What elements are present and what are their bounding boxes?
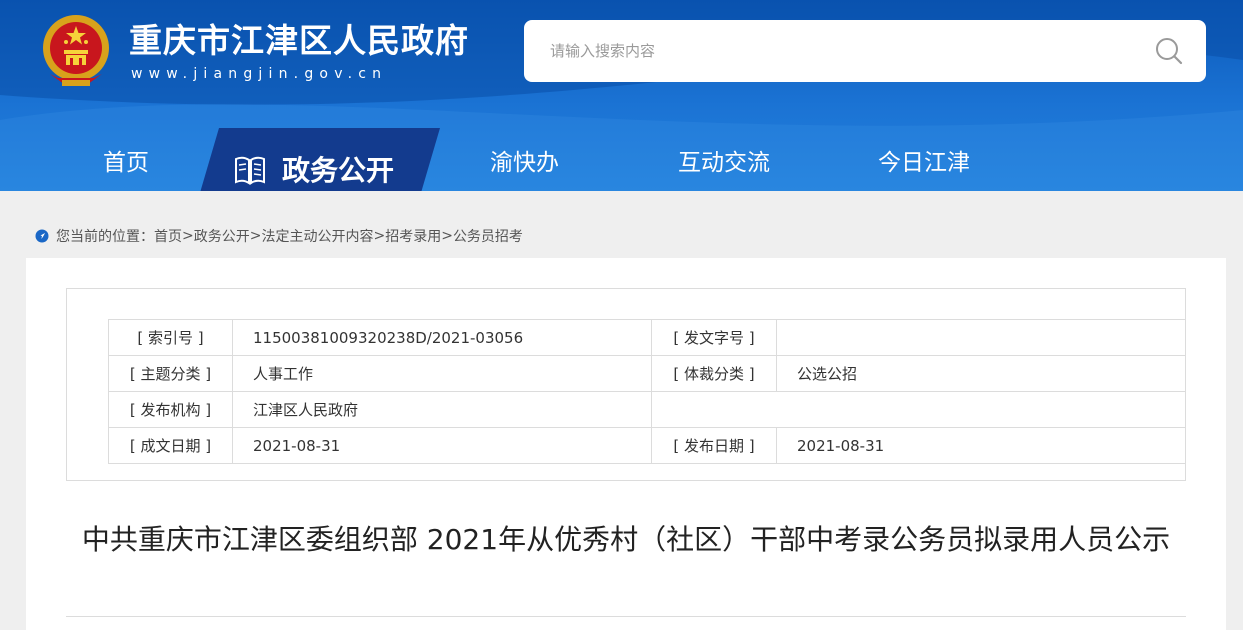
meta-value-genre: 公选公招 (776, 355, 1186, 392)
breadcrumb-item-home[interactable]: 首页 (154, 226, 182, 246)
meta-value-document-number (776, 319, 1186, 356)
meta-value-publish-date: 2021-08-31 (776, 427, 1186, 464)
search-box (524, 20, 1206, 82)
meta-label-topic: [ 主题分类 ] (108, 355, 233, 392)
content-panel: [ 索引号 ] 11500381009320238D/2021-03056 [ … (26, 258, 1226, 630)
breadcrumb-separator: > (441, 228, 453, 244)
article-title: 中共重庆市江津区委组织部 2021年从优秀村（社区）干部中考录公务员拟录用人员公… (81, 523, 1171, 556)
search-input[interactable] (550, 36, 1150, 66)
nav-item-interaction[interactable]: 互动交流 (678, 143, 770, 177)
nav-item-label: 政务公开 (282, 154, 395, 187)
breadcrumb: 您当前的位置： 首页 > 政务公开 > 法定主动公开内容 > 招考录用 > 公务… (35, 226, 523, 246)
nav-item-yukuaiban[interactable]: 渝快办 (490, 143, 559, 177)
meta-label-publish-date: [ 发布日期 ] (651, 427, 777, 464)
national-emblem-icon (43, 15, 109, 86)
metadata-table: [ 索引号 ] 11500381009320238D/2021-03056 [ … (108, 319, 1186, 464)
breadcrumb-item-government-affairs[interactable]: 政务公开 (194, 226, 250, 246)
breadcrumb-separator: > (182, 228, 194, 244)
table-row: [ 索引号 ] 11500381009320238D/2021-03056 [ … (108, 319, 1186, 356)
meta-empty-cell (651, 391, 1186, 428)
breadcrumb-item-civil-servant-exam[interactable]: 公务员招考 (453, 226, 523, 246)
table-row: [ 成文日期 ] 2021-08-31 [ 发布日期 ] 2021-08-31 (108, 427, 1186, 464)
breadcrumb-prefix: 您当前的位置： (56, 229, 154, 245)
location-icon (35, 229, 49, 243)
breadcrumb-separator: > (373, 228, 386, 244)
nav-item-today-jiangjin[interactable]: 今日江津 (878, 143, 970, 177)
book-icon (235, 156, 265, 185)
breadcrumb-item-recruitment[interactable]: 招考录用 (385, 226, 441, 246)
breadcrumb-separator: > (249, 228, 262, 244)
meta-label-index-number: [ 索引号 ] (108, 319, 233, 356)
site-url: www.jiangjin.gov.cn (131, 66, 388, 82)
meta-label-written-date: [ 成文日期 ] (108, 427, 233, 464)
nav-item-home[interactable]: 首页 (103, 143, 149, 177)
meta-value-index-number: 11500381009320238D/2021-03056 (232, 319, 652, 356)
metadata-box: [ 索引号 ] 11500381009320238D/2021-03056 [ … (66, 288, 1186, 481)
breadcrumb-item-statutory-disclosure[interactable]: 法定主动公开内容 (261, 226, 373, 246)
meta-value-written-date: 2021-08-31 (232, 427, 652, 464)
meta-label-publisher: [ 发布机构 ] (108, 391, 233, 428)
meta-label-genre: [ 体裁分类 ] (651, 355, 777, 392)
title-divider (66, 616, 1186, 617)
site-title[interactable]: 重庆市江津区人民政府 (129, 14, 469, 62)
table-row: [ 发布机构 ] 江津区人民政府 (108, 391, 1186, 428)
search-icon[interactable] (1154, 36, 1184, 66)
meta-value-topic: 人事工作 (232, 355, 652, 392)
meta-label-document-number: [ 发文字号 ] (651, 319, 777, 356)
meta-value-publisher: 江津区人民政府 (232, 391, 652, 428)
site-header: 重庆市江津区人民政府 www.jiangjin.gov.cn 首页 政务公开 渝… (0, 0, 1243, 191)
nav-item-government-affairs[interactable]: 政务公开 (197, 128, 440, 191)
table-row: [ 主题分类 ] 人事工作 [ 体裁分类 ] 公选公招 (108, 355, 1186, 392)
